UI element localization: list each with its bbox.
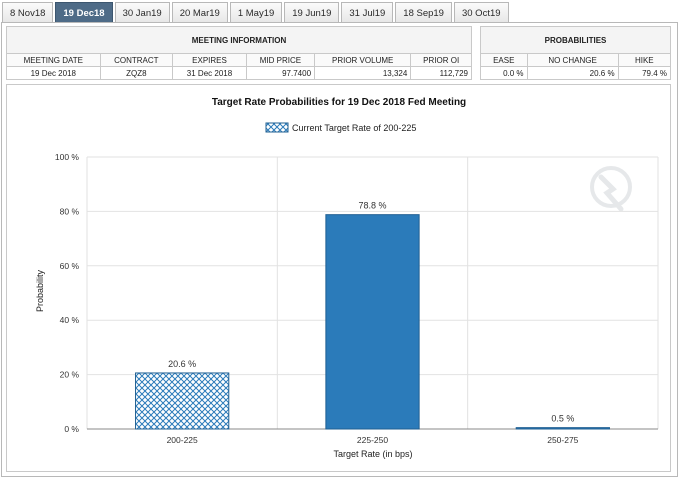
chart-panel: Target Rate Probabilities for 19 Dec 201… (6, 84, 671, 472)
probabilities-heading: PROBABILITIES (480, 26, 671, 54)
y-axis-label: Probability (35, 269, 45, 312)
col-mid-price: MID PRICE (245, 53, 316, 67)
meeting-information-table: MEETING INFORMATION MEETING DATE CONTRAC… (6, 26, 472, 80)
target-rate-chart: Target Rate Probabilities for 19 Dec 201… (35, 97, 659, 459)
bar-value-label: 78.8 % (358, 201, 386, 211)
col-expires: EXPIRES (172, 53, 247, 67)
tab-30-jan19[interactable]: 30 Jan19 (114, 2, 170, 23)
chart-title: Target Rate Probabilities for 19 Dec 201… (212, 97, 466, 108)
chart-legend: Current Target Rate of 200-225 (265, 122, 416, 133)
ease-value: 0.0 % (480, 66, 528, 80)
bar-value-label: 0.5 % (551, 414, 574, 424)
y-tick-label: 20 % (60, 370, 80, 380)
y-tick-label: 100 % (55, 152, 80, 162)
watermark-logo (590, 166, 632, 212)
mid-price-value: 97.7400 (245, 66, 316, 80)
prior-oi-value: 112,729 (410, 66, 472, 80)
x-tick-label: 200-225 (167, 435, 198, 445)
tab-8-nov18[interactable]: 8 Nov18 (2, 2, 54, 23)
y-tick-labels: 0 % 20 % 40 % 60 % 80 % 100 % (55, 152, 80, 434)
y-tick-label: 80 % (60, 206, 80, 216)
legend-swatch (265, 122, 289, 133)
bars (135, 214, 610, 430)
col-hike: HIKE (617, 53, 672, 67)
x-tick-label: 225-250 (357, 435, 388, 445)
bar-250-275 (515, 427, 610, 430)
x-tick-labels: 200-225 225-250 250-275 (167, 435, 579, 445)
tab-31-jul19[interactable]: 31 Jul19 (341, 2, 394, 23)
meeting-tabs: 8 Nov18 19 Dec18 30 Jan19 20 Mar19 1 May… (2, 2, 509, 23)
y-tick-label: 40 % (60, 315, 80, 325)
no-change-value: 20.6 % (526, 66, 619, 80)
tab-19-dec18[interactable]: 19 Dec18 (55, 2, 113, 23)
prior-volume-value: 13,324 (314, 66, 412, 80)
col-contract: CONTRACT (99, 53, 174, 67)
bar-value-label: 20.6 % (168, 359, 196, 369)
x-tick-label: 250-275 (547, 435, 578, 445)
tab-20-mar19[interactable]: 20 Mar19 (171, 2, 228, 23)
col-prior-volume: PRIOR VOLUME (314, 53, 412, 67)
y-tick-label: 60 % (60, 261, 80, 271)
tab-30-oct19[interactable]: 30 Oct19 (453, 2, 509, 23)
hike-value: 79.4 % (617, 66, 672, 80)
col-no-change: NO CHANGE (526, 53, 619, 67)
meeting-information-heading: MEETING INFORMATION (6, 26, 472, 54)
bar-225-250 (325, 214, 420, 430)
tab-1-may19[interactable]: 1 May19 (229, 2, 283, 23)
tab-18-sep19[interactable]: 18 Sep19 (395, 2, 452, 23)
legend-label: Current Target Rate of 200-225 (292, 123, 416, 133)
col-ease: EASE (480, 53, 528, 67)
bar-200-225 (135, 372, 230, 430)
x-axis-label: Target Rate (in bps) (333, 449, 412, 459)
col-prior-oi: PRIOR OI (410, 53, 472, 67)
contract-value: ZQZ8 (99, 66, 174, 80)
probabilities-table: PROBABILITIES EASE NO CHANGE HIKE 0.0 % … (480, 26, 672, 80)
col-meeting-date: MEETING DATE (6, 53, 101, 67)
expires-value: 31 Dec 2018 (172, 66, 247, 80)
meeting-date-value: 19 Dec 2018 (6, 66, 101, 80)
y-tick-label: 0 % (64, 424, 79, 434)
tab-19-jun19[interactable]: 19 Jun19 (284, 2, 340, 23)
